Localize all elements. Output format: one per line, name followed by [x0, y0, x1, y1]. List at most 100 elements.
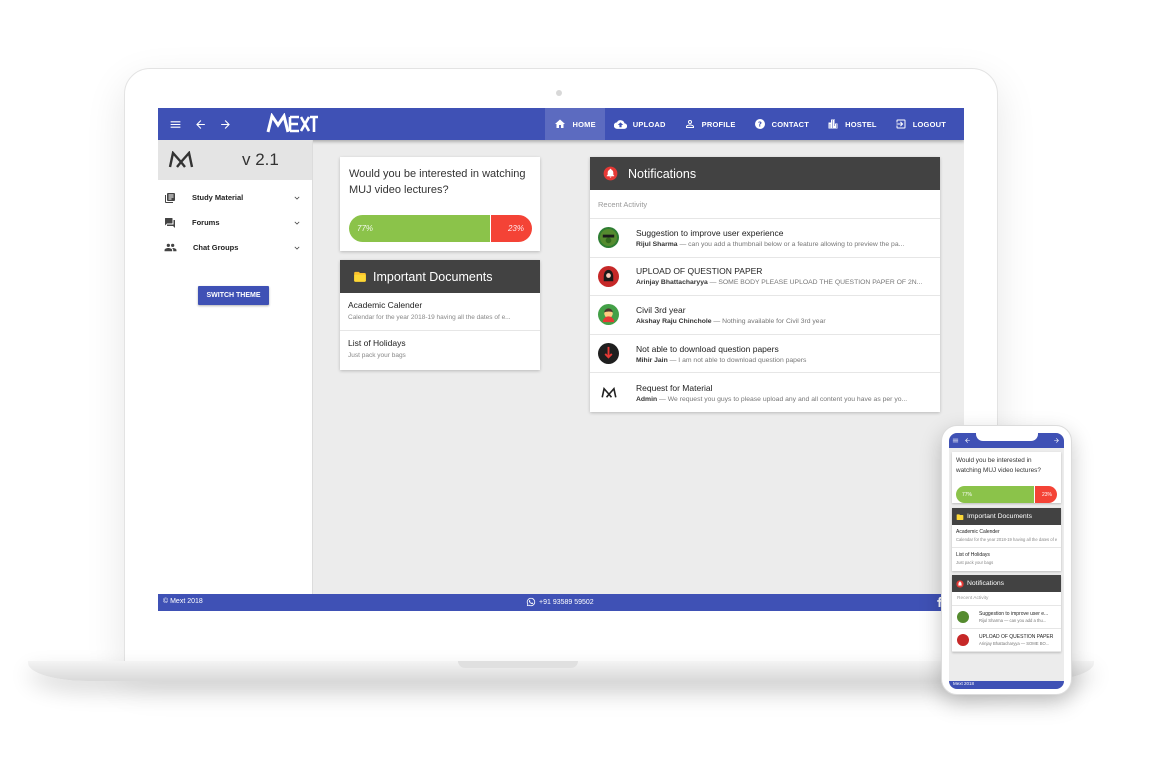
library-icon	[165, 192, 175, 203]
nav-home[interactable]: HOME	[545, 108, 605, 140]
phone-footer: Mext 2018	[949, 681, 1064, 689]
phone-top-bar	[949, 433, 1064, 448]
nav-hostel-label: HOSTEL	[845, 119, 877, 129]
arrow-back-icon[interactable]	[192, 116, 208, 132]
avatar	[598, 343, 619, 365]
notification-title: Civil 3rd year	[636, 304, 686, 315]
document-title: List of Holidays	[956, 552, 990, 558]
poll-result-bar[interactable]: 77% 23%	[349, 215, 532, 242]
notification-title: Suggestion to improve user e...	[979, 611, 1049, 617]
menu-icon[interactable]	[167, 116, 183, 132]
folder-icon	[354, 271, 366, 282]
list-item[interactable]: Suggestion to improve user experience Ri…	[590, 219, 940, 258]
phone-poll-no[interactable]: 23%	[1033, 486, 1057, 503]
notification-author: Akshay Raju Chinchole	[636, 317, 712, 325]
document-title: Academic Calender	[956, 529, 1000, 535]
notifications-header: Notifications	[590, 157, 940, 190]
document-subtitle: Calendar for the year 2018-19 having all…	[348, 314, 511, 321]
notification-preview: Akshay Raju Chinchole — Nothing availabl…	[636, 318, 926, 325]
laptop-notch	[458, 661, 578, 668]
sidebar-item-forums[interactable]: Forums	[158, 210, 312, 235]
sidebar-item-chat-groups[interactable]: Chat Groups	[158, 235, 312, 260]
phone-documents-header: Important Documents	[952, 508, 1061, 525]
list-item[interactable]: Academic Calender Calendar for the year …	[340, 293, 540, 331]
nav-logout[interactable]: LOGOUT	[886, 108, 964, 140]
menu-icon[interactable]	[952, 437, 959, 444]
phone-documents-title: Important Documents	[967, 513, 1032, 520]
phone-recent-label: Recent Activity	[952, 592, 1061, 606]
notification-preview: Arinjay Bhattacharyya — SOME BO...	[979, 641, 1050, 646]
notification-preview: Admin — We request you guys to please up…	[636, 396, 926, 403]
phone-poll-question: Would you be interested in watching MUJ …	[956, 457, 1041, 474]
phone-poll-yes[interactable]: 77%	[956, 486, 1034, 503]
list-item[interactable]: List of Holidays Just pack your bags	[952, 548, 1061, 571]
switch-theme-button[interactable]: SWITCH THEME	[198, 286, 269, 305]
document-title: List of Holidays	[348, 338, 406, 348]
notification-title: Not able to download question papers	[636, 343, 779, 354]
avatar	[598, 227, 619, 249]
footer-phone[interactable]: +91 93589 59502	[526, 597, 594, 607]
notification-preview: Mihir Jain — I am not able to download q…	[636, 357, 926, 364]
person-icon	[685, 120, 694, 128]
m-logo-icon	[168, 151, 194, 168]
list-item[interactable]: Suggestion to improve user e... Rijul Sh…	[952, 606, 1061, 629]
sidebar-item-label: Forums	[192, 218, 220, 227]
list-item[interactable]: UPLOAD OF QUESTION PAPER Arinjay Bhattac…	[952, 629, 1061, 652]
mext-logo[interactable]	[266, 113, 318, 135]
phone-poll-card: Would you be interested in watching MUJ …	[952, 452, 1061, 503]
main-nav: HOME UPLOAD PROFILE ? CONTACT HOSTEL LOG…	[545, 108, 964, 140]
document-subtitle: Just pack your bags	[956, 560, 994, 565]
notifications-title: Notifications	[628, 166, 697, 181]
notification-text: — We request you guys to please upload a…	[657, 395, 908, 403]
nav-profile[interactable]: PROFILE	[675, 108, 745, 140]
bell-icon	[956, 579, 964, 588]
notification-author: Arinjay Bhattacharyya	[636, 279, 708, 287]
notification-title: UPLOAD OF QUESTION PAPER	[636, 266, 763, 277]
phone-notifications-card: Notifications Recent Activity Suggestion…	[952, 575, 1061, 652]
notification-text: — SOME BODY PLEASE UPLOAD THE QUESTION P…	[707, 279, 923, 287]
list-item[interactable]: Academic Calender Calendar for the year …	[952, 525, 1061, 548]
notification-preview: Rijul Sharma — can you add a thumbnail b…	[636, 241, 926, 248]
notifications-card: Notifications Recent Activity Suggestion…	[590, 157, 940, 412]
cloud-upload-icon	[613, 119, 627, 129]
sidebar-item-label: Chat Groups	[193, 243, 239, 252]
poll-card: Would you be interested in watching MUJ …	[340, 157, 540, 251]
poll-no-segment[interactable]: 23%	[489, 215, 532, 242]
arrow-forward-icon[interactable]	[217, 116, 233, 132]
phone-poll-bar[interactable]: 77% 23%	[956, 486, 1057, 503]
phone-number: +91 93589 59502	[539, 598, 594, 606]
list-item[interactable]: Request for Material Admin — We request …	[590, 373, 940, 412]
top-app-bar: HOME UPLOAD PROFILE ? CONTACT HOSTEL LOG…	[158, 108, 964, 140]
phone-screen: Would you be interested in watching MUJ …	[949, 433, 1064, 689]
poll-yes-segment[interactable]: 77%	[349, 215, 490, 242]
nav-profile-label: PROFILE	[701, 119, 736, 129]
arrow-back-icon[interactable]	[964, 437, 971, 444]
sidebar-item-study-material[interactable]: Study Material	[158, 185, 312, 210]
list-item[interactable]: UPLOAD OF QUESTION PAPER Arinjay Bhattac…	[590, 258, 940, 297]
bell-icon	[603, 166, 618, 181]
document-title: Academic Calender	[348, 300, 423, 310]
nav-hostel[interactable]: HOSTEL	[818, 108, 886, 140]
notification-title: Suggestion to improve user experience	[636, 227, 784, 238]
notification-author: Mihir Jain	[636, 356, 668, 364]
nav-contact-label: CONTACT	[771, 119, 810, 129]
notification-title: Request for Material	[636, 382, 713, 393]
forum-icon	[165, 217, 175, 228]
document-subtitle: Calendar for the year 2018-19 having all…	[956, 537, 1057, 542]
nav-home-label: HOME	[572, 119, 596, 129]
laptop-camera	[556, 90, 562, 96]
nav-upload[interactable]: UPLOAD	[605, 108, 675, 140]
group-icon	[164, 243, 177, 252]
chevron-down-icon	[294, 196, 300, 200]
avatar	[598, 382, 619, 404]
notification-author: Admin	[636, 395, 658, 403]
arrow-forward-icon[interactable]	[1053, 437, 1060, 444]
list-item[interactable]: List of Holidays Just pack your bags	[340, 331, 540, 369]
list-item[interactable]: Civil 3rd year Akshay Raju Chinchole — N…	[590, 296, 940, 335]
sidebar: v 2.1 Study Material Forums Chat Groups …	[158, 140, 313, 594]
list-item[interactable]: Not able to download question papers Mih…	[590, 335, 940, 374]
laptop-screen: HOME UPLOAD PROFILE ? CONTACT HOSTEL LOG…	[158, 108, 964, 611]
documents-header: Important Documents	[340, 260, 540, 293]
notification-preview: Arinjay Bhattacharyya — SOME BODY PLEASE…	[636, 279, 926, 286]
nav-contact[interactable]: ? CONTACT	[745, 108, 819, 140]
